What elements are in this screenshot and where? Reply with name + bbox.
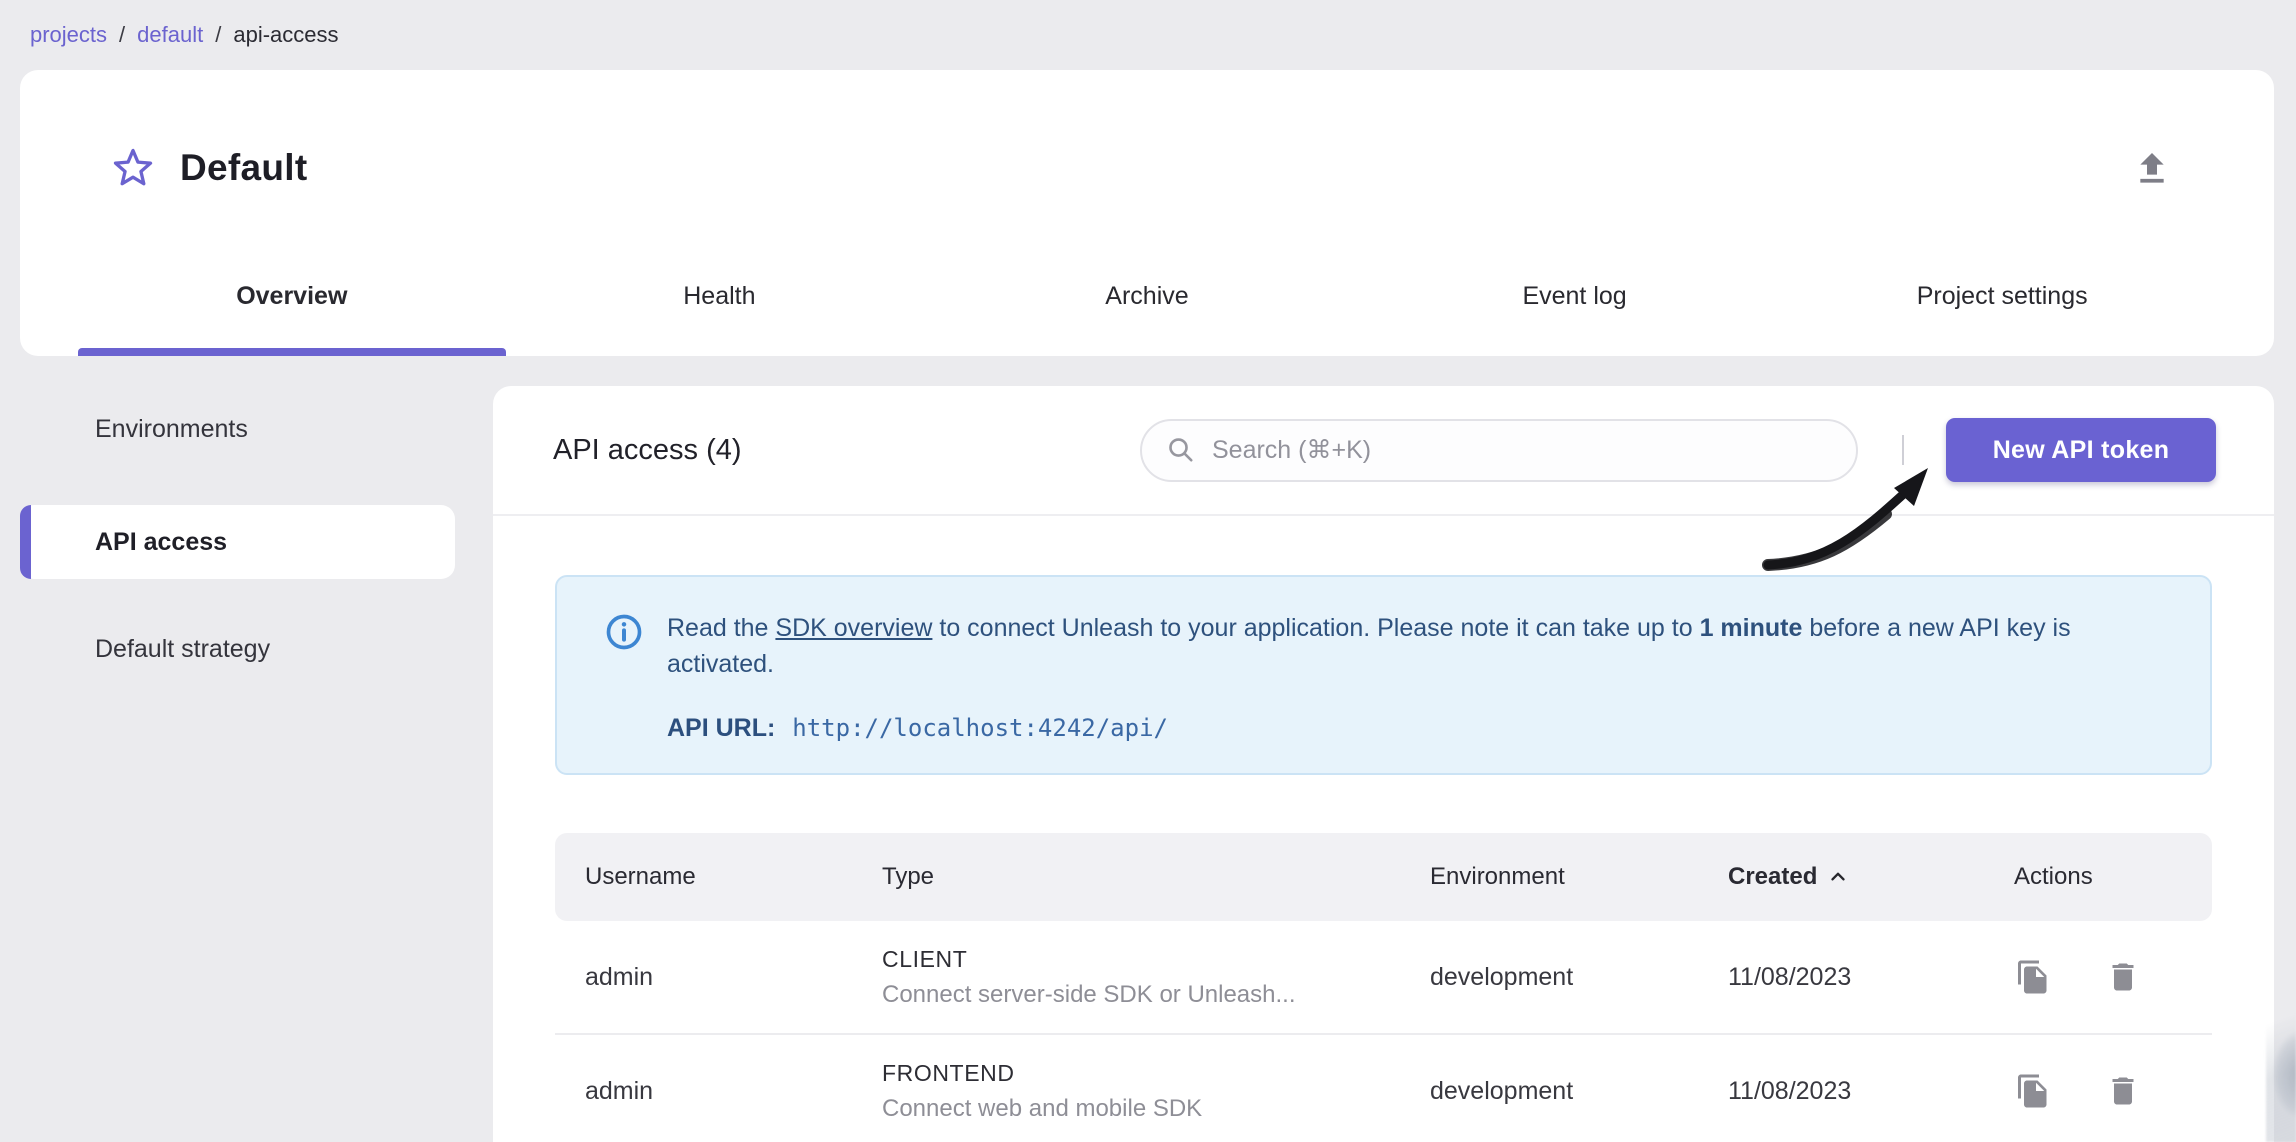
- app-screen: projects / default / api-access Default …: [0, 0, 2296, 1142]
- username-cell: admin: [555, 963, 882, 992]
- delete-token-icon[interactable]: [2104, 1072, 2142, 1110]
- table-row: admin FRONTEND Connect web and mobile SD…: [555, 1035, 2212, 1142]
- sidebar-item-label: API access: [95, 528, 227, 557]
- sdk-overview-link[interactable]: SDK overview: [775, 614, 932, 642]
- breadcrumb-separator: /: [119, 22, 125, 48]
- panel-header: API access (4) New API token: [493, 386, 2274, 516]
- actions-cell: [2014, 1072, 2212, 1110]
- column-header-created[interactable]: Created: [1728, 863, 2014, 891]
- search-icon: [1166, 435, 1196, 465]
- token-type-description: Connect web and mobile SDK: [882, 1095, 1430, 1123]
- breadcrumb-default-link[interactable]: default: [137, 22, 203, 48]
- screen-corner-artifact: [2266, 992, 2296, 1142]
- alert-bold-segment: 1 minute: [1700, 614, 1803, 642]
- tab-label: Project settings: [1917, 282, 2088, 311]
- active-tab-underline: [78, 348, 506, 356]
- project-tabs: Overview Health Archive Event log Projec…: [20, 266, 2274, 356]
- breadcrumb-projects-link[interactable]: projects: [30, 22, 107, 48]
- column-header-environment[interactable]: Environment: [1430, 863, 1728, 891]
- tab-label: Overview: [236, 282, 347, 311]
- api-access-panel: API access (4) New API token: [493, 386, 2274, 1142]
- column-header-label: Created: [1728, 863, 1817, 891]
- api-tokens-table: Username Type Environment Created Action…: [555, 833, 2212, 1142]
- sidebar-item-api-access[interactable]: API access: [20, 505, 455, 579]
- active-item-accent-bar: [20, 505, 31, 579]
- alert-message: Read the SDK overview to connect Unleash…: [667, 610, 2140, 682]
- copy-token-icon[interactable]: [2014, 958, 2052, 996]
- token-type-description: Connect server-side SDK or Unleash...: [882, 981, 1430, 1009]
- breadcrumb-separator: /: [215, 22, 221, 48]
- token-type: FRONTEND: [882, 1060, 1430, 1087]
- settings-side-nav: Environments API access Default strategy: [20, 356, 455, 673]
- created-cell: 11/08/2023: [1728, 963, 2014, 992]
- alert-text-segment: to connect Unleash to your application. …: [932, 614, 1699, 642]
- token-type: CLIENT: [882, 946, 1430, 973]
- project-title-row: Default: [20, 70, 2274, 266]
- favorite-star-icon[interactable]: [112, 147, 154, 189]
- sort-ascending-chevron-icon: [1827, 866, 1849, 888]
- column-header-username[interactable]: Username: [555, 863, 882, 891]
- panel-title: API access (4): [553, 434, 742, 467]
- column-header-type[interactable]: Type: [882, 863, 1430, 891]
- breadcrumb-current: api-access: [233, 22, 338, 48]
- tab-event-log[interactable]: Event log: [1361, 266, 1789, 356]
- alert-text-segment: Read the: [667, 614, 775, 642]
- actions-cell: [2014, 958, 2212, 996]
- environment-cell: development: [1430, 963, 1728, 992]
- type-cell: FRONTEND Connect web and mobile SDK: [882, 1060, 1430, 1123]
- sidebar-item-default-strategy[interactable]: Default strategy: [20, 625, 455, 673]
- api-url-label: API URL:: [667, 714, 775, 742]
- header-divider: [1902, 435, 1904, 465]
- copy-token-icon[interactable]: [2014, 1072, 2052, 1110]
- breadcrumb: projects / default / api-access: [0, 0, 2296, 60]
- delete-token-icon[interactable]: [2104, 958, 2142, 996]
- tab-archive[interactable]: Archive: [933, 266, 1361, 356]
- project-header-card: Default Overview Health Archive Event lo…: [20, 70, 2274, 356]
- sidebar-item-environments[interactable]: Environments: [20, 405, 455, 453]
- search-input[interactable]: [1212, 436, 1832, 465]
- api-url-value: http://localhost:4242/api/: [792, 714, 1168, 742]
- type-cell: CLIENT Connect server-side SDK or Unleas…: [882, 946, 1430, 1009]
- table-row: admin CLIENT Connect server-side SDK or …: [555, 921, 2212, 1035]
- export-upload-icon[interactable]: [2130, 146, 2174, 190]
- tab-health[interactable]: Health: [506, 266, 934, 356]
- new-api-token-button[interactable]: New API token: [1946, 418, 2216, 482]
- tab-label: Health: [683, 282, 755, 311]
- page-title: Default: [180, 147, 308, 189]
- info-icon: [604, 612, 644, 682]
- table-header-row: Username Type Environment Created Action…: [555, 833, 2212, 921]
- environment-cell: development: [1430, 1077, 1728, 1106]
- tab-label: Event log: [1522, 282, 1626, 311]
- created-cell: 11/08/2023: [1728, 1077, 2014, 1106]
- tab-project-settings[interactable]: Project settings: [1788, 266, 2216, 356]
- tab-overview[interactable]: Overview: [78, 266, 506, 356]
- api-url-row: API URL: http://localhost:4242/api/: [604, 714, 2140, 743]
- username-cell: admin: [555, 1077, 882, 1106]
- tab-label: Archive: [1105, 282, 1188, 311]
- search-box[interactable]: [1140, 419, 1858, 482]
- info-alert: Read the SDK overview to connect Unleash…: [555, 575, 2212, 775]
- column-header-actions[interactable]: Actions: [2014, 863, 2212, 891]
